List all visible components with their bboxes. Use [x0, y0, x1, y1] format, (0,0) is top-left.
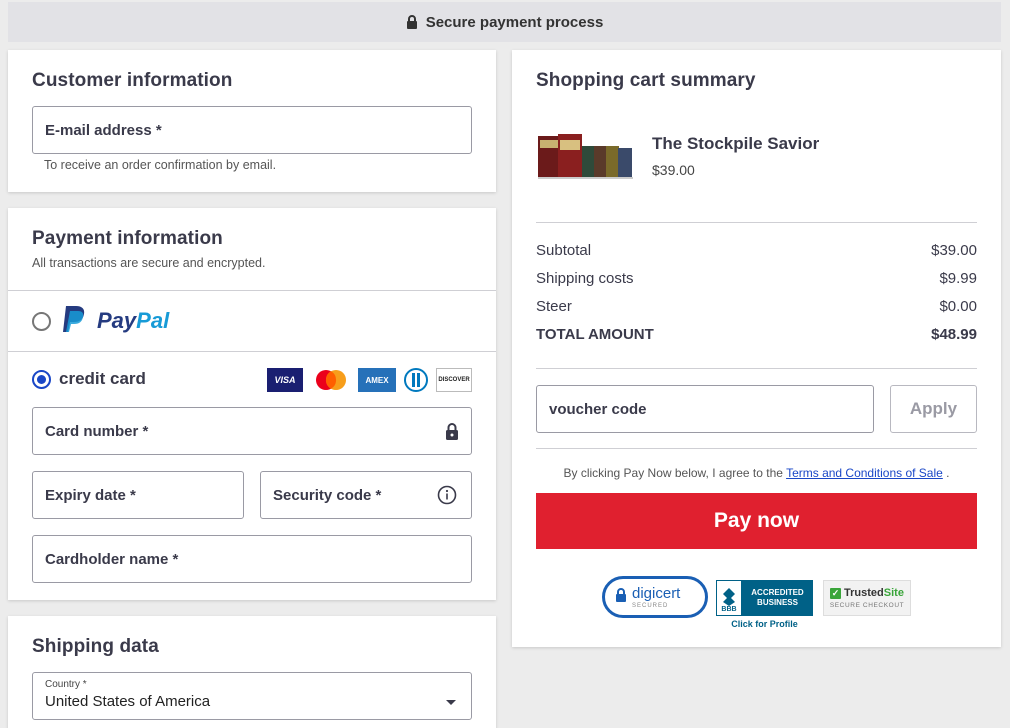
credit-card-label: credit card [59, 369, 146, 388]
expiry-date-field[interactable]: Expiry date * [32, 471, 244, 519]
product-name: The Stockpile Savior [652, 134, 820, 153]
shipping-costs-row: Shipping costs $9.99 [536, 270, 977, 287]
terms-link[interactable]: Terms and Conditions of Sale [786, 466, 943, 480]
cart-summary-title: Shopping cart summary [536, 70, 756, 91]
chevron-down-icon [445, 693, 457, 710]
bbb-badge[interactable]: BBB ACCREDITED BUSINESS [716, 580, 813, 616]
card-number-field[interactable]: Card number * [32, 407, 472, 455]
country-value: United States of America [45, 693, 211, 710]
lock-icon [615, 587, 627, 607]
paypal-radio[interactable] [32, 311, 51, 331]
paypal-option[interactable]: PayPal [32, 304, 169, 338]
cart-summary-section: Shopping cart summary The Stockpile Savi… [512, 50, 1001, 647]
voucher-placeholder: voucher code [549, 400, 647, 418]
terms-text: By clicking Pay Now below, I agree to th… [563, 466, 950, 480]
credit-card-radio[interactable] [32, 369, 51, 389]
discover-logo-icon: DISCOVER [436, 368, 472, 392]
bbb-logo-icon: BBB [716, 580, 742, 616]
divider [8, 351, 496, 352]
trustedsite-badge[interactable]: ✓ Trusted Site SECURE CHECKOUT [823, 580, 911, 616]
digicert-badge[interactable]: digicert SECURED [602, 576, 708, 618]
email-hint: To receive an order confirmation by emai… [44, 158, 277, 172]
divider [8, 290, 496, 291]
divider [536, 368, 977, 369]
apply-button[interactable]: Apply [890, 385, 977, 433]
country-select[interactable]: Country * United States of America [32, 672, 472, 720]
visa-logo-icon: VISA [267, 368, 303, 392]
divider [536, 222, 977, 223]
payment-info-title: Payment information [32, 228, 223, 249]
card-number-label: Card number * [45, 422, 149, 440]
diners-logo-icon [403, 368, 429, 392]
total-row: TOTAL AMOUNT $48.99 [536, 326, 977, 343]
paypal-logo-icon [61, 304, 87, 339]
cardholder-name-field[interactable]: Cardholder name * [32, 535, 472, 583]
product-price: $39.00 [652, 162, 695, 178]
shipping-data-title: Shipping data [32, 636, 159, 657]
security-code-label: Security code * [273, 486, 382, 504]
email-field[interactable]: E-mail address * [32, 106, 472, 154]
payment-subtitle: All transactions are secure and encrypte… [32, 256, 266, 270]
voucher-code-input[interactable]: voucher code [536, 385, 874, 433]
customer-info-section: Customer information E-mail address * To… [8, 50, 496, 192]
pay-now-button[interactable]: Pay now [536, 493, 977, 549]
email-label: E-mail address * [45, 121, 162, 139]
info-icon[interactable] [437, 485, 457, 509]
secure-banner: Secure payment process [8, 2, 1001, 42]
country-label: Country * [45, 679, 87, 690]
divider [536, 448, 977, 449]
amex-logo-icon: AMEX [358, 368, 396, 392]
product-image [536, 132, 636, 182]
bbb-click-text: Click for Profile [731, 619, 798, 629]
security-code-field[interactable]: Security code * [260, 471, 472, 519]
cardholder-name-label: Cardholder name * [45, 550, 179, 568]
customer-info-title: Customer information [32, 70, 233, 91]
shipping-data-section: Shipping data Country * United States of… [8, 616, 496, 728]
paypal-wordmark: PayPal [97, 308, 170, 333]
lock-icon [445, 422, 459, 444]
payment-info-section: Payment information All transactions are… [8, 208, 496, 600]
subtotal-row: Subtotal $39.00 [536, 242, 977, 259]
expiry-date-label: Expiry date * [45, 486, 136, 504]
check-icon: ✓ [830, 587, 842, 599]
lock-icon [406, 15, 418, 29]
secure-banner-text: Secure payment process [425, 13, 604, 31]
credit-card-option[interactable]: credit card [32, 366, 146, 392]
tax-row: Steer $0.00 [536, 298, 977, 315]
mastercard-logo-icon [313, 368, 349, 392]
